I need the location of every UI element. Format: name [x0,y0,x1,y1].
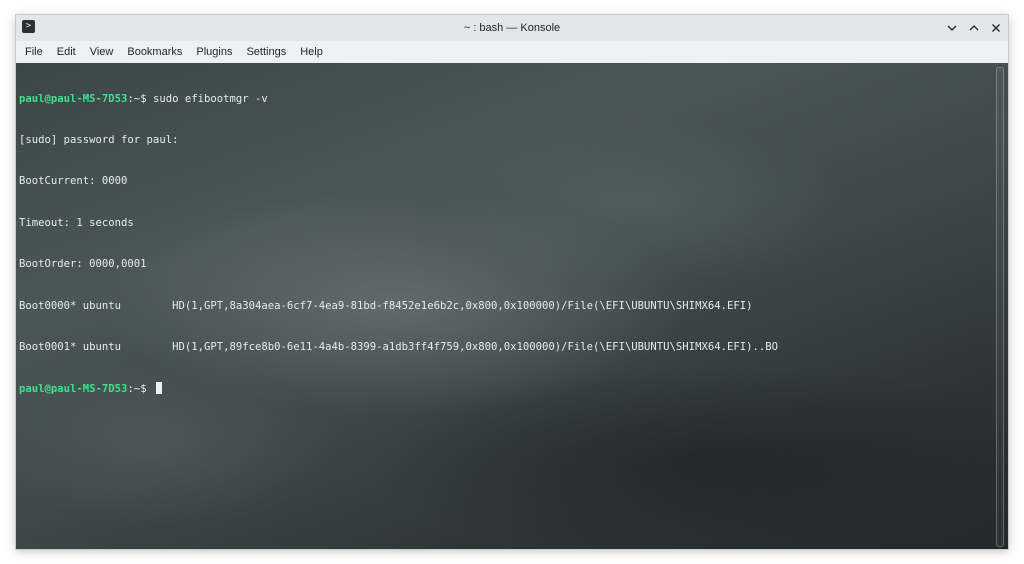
close-button[interactable] [990,22,1002,34]
title-bar[interactable]: > ~ : bash — Konsole [16,15,1008,41]
menu-bookmarks[interactable]: Bookmarks [121,41,188,63]
output-line: BootCurrent: 0000 [19,175,128,188]
menu-view[interactable]: View [84,41,120,63]
menu-edit[interactable]: Edit [51,41,82,63]
chevron-down-icon [947,25,957,31]
terminal-area[interactable]: paul@paul-MS-7D53:~$ sudo efibootmgr -v … [16,63,1008,549]
window-controls [946,15,1002,41]
close-icon [992,24,1000,32]
menu-plugins[interactable]: Plugins [190,41,238,63]
menu-settings[interactable]: Settings [240,41,292,63]
maximize-button[interactable] [968,22,980,34]
menu-file[interactable]: File [19,41,49,63]
text-cursor [155,382,162,395]
prompt-path: :~$ [127,383,153,396]
output-line: Boot0000* ubuntu HD(1,GPT,8a304aea-6cf7-… [19,299,753,312]
prompt-user: paul@paul-MS-7D53 [19,383,128,396]
chevron-up-icon [969,25,979,31]
menu-help[interactable]: Help [294,41,329,63]
output-line: Timeout: 1 seconds [19,216,134,229]
output-line: [sudo] password for paul: [19,133,179,146]
scrollbar[interactable] [996,67,1004,547]
terminal-icon[interactable]: > [22,20,35,33]
prompt-path: :~$ [127,92,153,105]
window-title: ~ : bash — Konsole [463,22,561,34]
output-line: BootOrder: 0000,0001 [19,258,147,271]
prompt-user: paul@paul-MS-7D53 [19,92,128,105]
output-line: Boot0001* ubuntu HD(1,GPT,89fce8b0-6e11-… [19,340,778,353]
konsole-window: > ~ : bash — Konsole File Edit View Book… [16,15,1008,549]
active-prompt-line: paul@paul-MS-7D53:~$ [19,382,778,396]
terminal-output: paul@paul-MS-7D53:~$ sudo efibootmgr -v … [19,65,778,424]
command-line: paul@paul-MS-7D53:~$ sudo efibootmgr -v [19,93,778,107]
menu-bar: File Edit View Bookmarks Plugins Setting… [16,41,1008,64]
minimize-button[interactable] [946,22,958,34]
command-text: sudo efibootmgr -v [152,92,268,105]
